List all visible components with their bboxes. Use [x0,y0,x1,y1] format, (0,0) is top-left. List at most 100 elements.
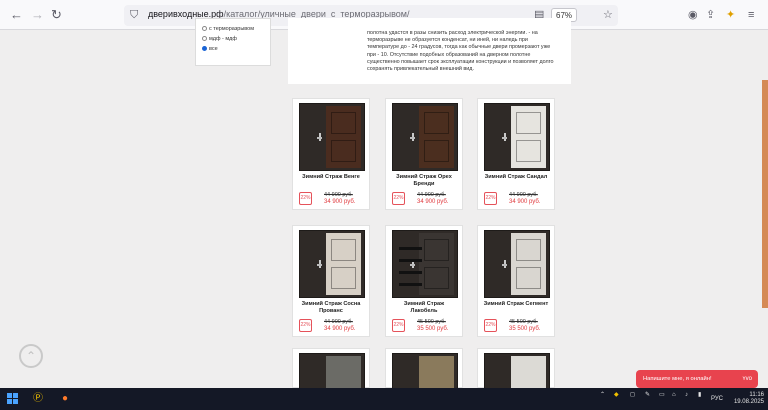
old-price: 44 900 руб. [417,192,446,198]
tray-display-icon[interactable]: ▭ [659,392,665,399]
door-leaf [511,106,546,168]
taskbar: Ⓟ ● ⌃ ◆ ◻ ✎ ▭ ⌂ ♪ ▮ РУС 11:16 19.08.2025 [0,388,768,410]
product-card[interactable]: Зимний Страж Лакобель 22% 45 500 руб. 35 50… [385,225,463,337]
door-image [392,103,458,171]
tray-battery-icon[interactable]: ▮ [698,392,701,399]
app-icon-yellow[interactable]: Ⓟ [33,392,43,406]
forward-button[interactable]: → [31,7,44,23]
product-name[interactable]: Зимний Страж Лакобель [390,301,458,314]
door-image [484,230,550,298]
glass-stripe [399,283,422,286]
account-icon[interactable]: ◉ [688,8,698,22]
glass-stripe [399,271,422,274]
tray-snip-icon[interactable]: ◻ [630,392,635,399]
door-image [299,230,365,298]
scroll-up-button[interactable]: ⌃ [19,344,43,368]
shield-icon[interactable]: ⛉ [130,8,138,22]
tray-volume-icon[interactable]: ♪ [685,392,688,399]
old-price: 45 500 руб. [509,319,538,325]
door-handle [501,137,507,139]
discount-badge: 22% [299,319,312,332]
tray-app-icon[interactable]: ◆ [614,392,619,399]
door-leaf [326,106,361,168]
new-price: 34 900 руб. [417,199,449,205]
tray-network-icon[interactable]: ⌂ [672,392,676,399]
bookmark-star-icon[interactable]: ☆ [603,8,613,22]
discount-badge: 22% [392,192,405,205]
product-name[interactable]: Зимний Страж Орех Бренди [390,174,458,187]
product-card[interactable]: Зимний Страж Сегмент 22% 45 500 руб. 35 500… [477,225,555,337]
discount-badge: 22% [484,319,497,332]
door-panel [424,267,449,289]
info-box: полотна удастся в разы снизить расход эл… [288,18,571,84]
new-price: 35 500 руб. [417,326,449,332]
door-panel [331,239,356,261]
old-price: 45 500 руб. [417,319,446,325]
door-leaf [419,106,454,168]
glass-stripe [399,259,422,262]
door-panel [424,239,449,261]
product-card[interactable]: Зимний Страж Венге 22% 44 900 руб. 34 900 р… [292,98,370,210]
product-name[interactable]: Зимний Страж Сосна Прованс [297,301,365,314]
old-price: 44 900 руб. [509,192,538,198]
back-button[interactable]: ← [10,7,23,23]
new-price: 35 500 руб. [509,326,541,332]
tray-pen-icon[interactable]: ✎ [645,392,650,399]
door-handle [316,137,322,139]
door-panel [516,267,541,289]
product-name[interactable]: Зимний Страж Сегмент [482,301,550,308]
tray-chevron-icon[interactable]: ⌃ [600,392,605,399]
door-image [484,353,550,391]
discount-badge: 22% [299,192,312,205]
clock[interactable]: 11:16 19.08.2025 [728,392,764,406]
new-price: 34 900 руб. [324,326,356,332]
filter-option-thermal[interactable]: с терморазрывом [202,25,254,33]
door-image [484,103,550,171]
door-panel [331,267,356,289]
product-card-partial[interactable] [477,348,555,391]
door-image [299,353,365,391]
info-text: полотна удастся в разы снизить расход эл… [367,30,554,73]
door-handle [409,264,415,266]
product-name[interactable]: Зимний Страж Сандал [482,174,550,181]
windows-start-icon[interactable] [7,393,18,404]
product-card-partial[interactable] [292,348,370,391]
filter-option-all[interactable]: все [202,45,218,53]
door-image [392,230,458,298]
filter-box: с терморазрывом мдф - мдф все [195,18,271,66]
new-price: 34 900 руб. [509,199,541,205]
door-panel [424,140,449,162]
filter-option-mdf[interactable]: мдф - мдф [202,35,237,43]
door-panel [516,112,541,134]
door-panel [516,239,541,261]
door-image [392,353,458,391]
door-leaf [326,233,361,295]
language-indicator[interactable]: РУС [711,396,723,403]
door-panel [331,112,356,134]
glass-stripe [399,247,422,250]
product-card[interactable]: Зимний Страж Сандал 22% 44 900 руб. 34 900 … [477,98,555,210]
door-handle [316,264,322,266]
new-price: 34 900 руб. [324,199,356,205]
product-card-partial[interactable] [385,348,463,391]
menu-icon[interactable]: ≡ [748,8,754,22]
old-price: 44 900 руб. [324,192,353,198]
product-card[interactable]: Зимний Страж Сосна Прованс 22% 44 900 руб.… [292,225,370,337]
extensions-icon[interactable]: ⇪ [706,8,715,22]
door-panel [424,112,449,134]
scrollbar[interactable] [762,80,768,308]
old-price: 44 900 руб. [324,319,353,325]
door-handle [501,264,507,266]
reload-button[interactable]: ↻ [51,7,62,23]
door-panel [331,140,356,162]
discount-badge: 22% [392,319,405,332]
product-card[interactable]: Зимний Страж Орех Бренди 22% 44 900 руб. 34… [385,98,463,210]
chat-widget[interactable]: Напишите мне, я онлайн! ʏᴠᴏ [636,370,758,388]
discount-badge: 22% [484,192,497,205]
firefox-icon[interactable]: ● [62,392,68,406]
door-handle [409,137,415,139]
product-name[interactable]: Зимний Страж Венге [297,174,365,181]
extension-icon[interactable]: ✦ [726,8,735,22]
door-leaf [511,233,546,295]
door-image [299,103,365,171]
